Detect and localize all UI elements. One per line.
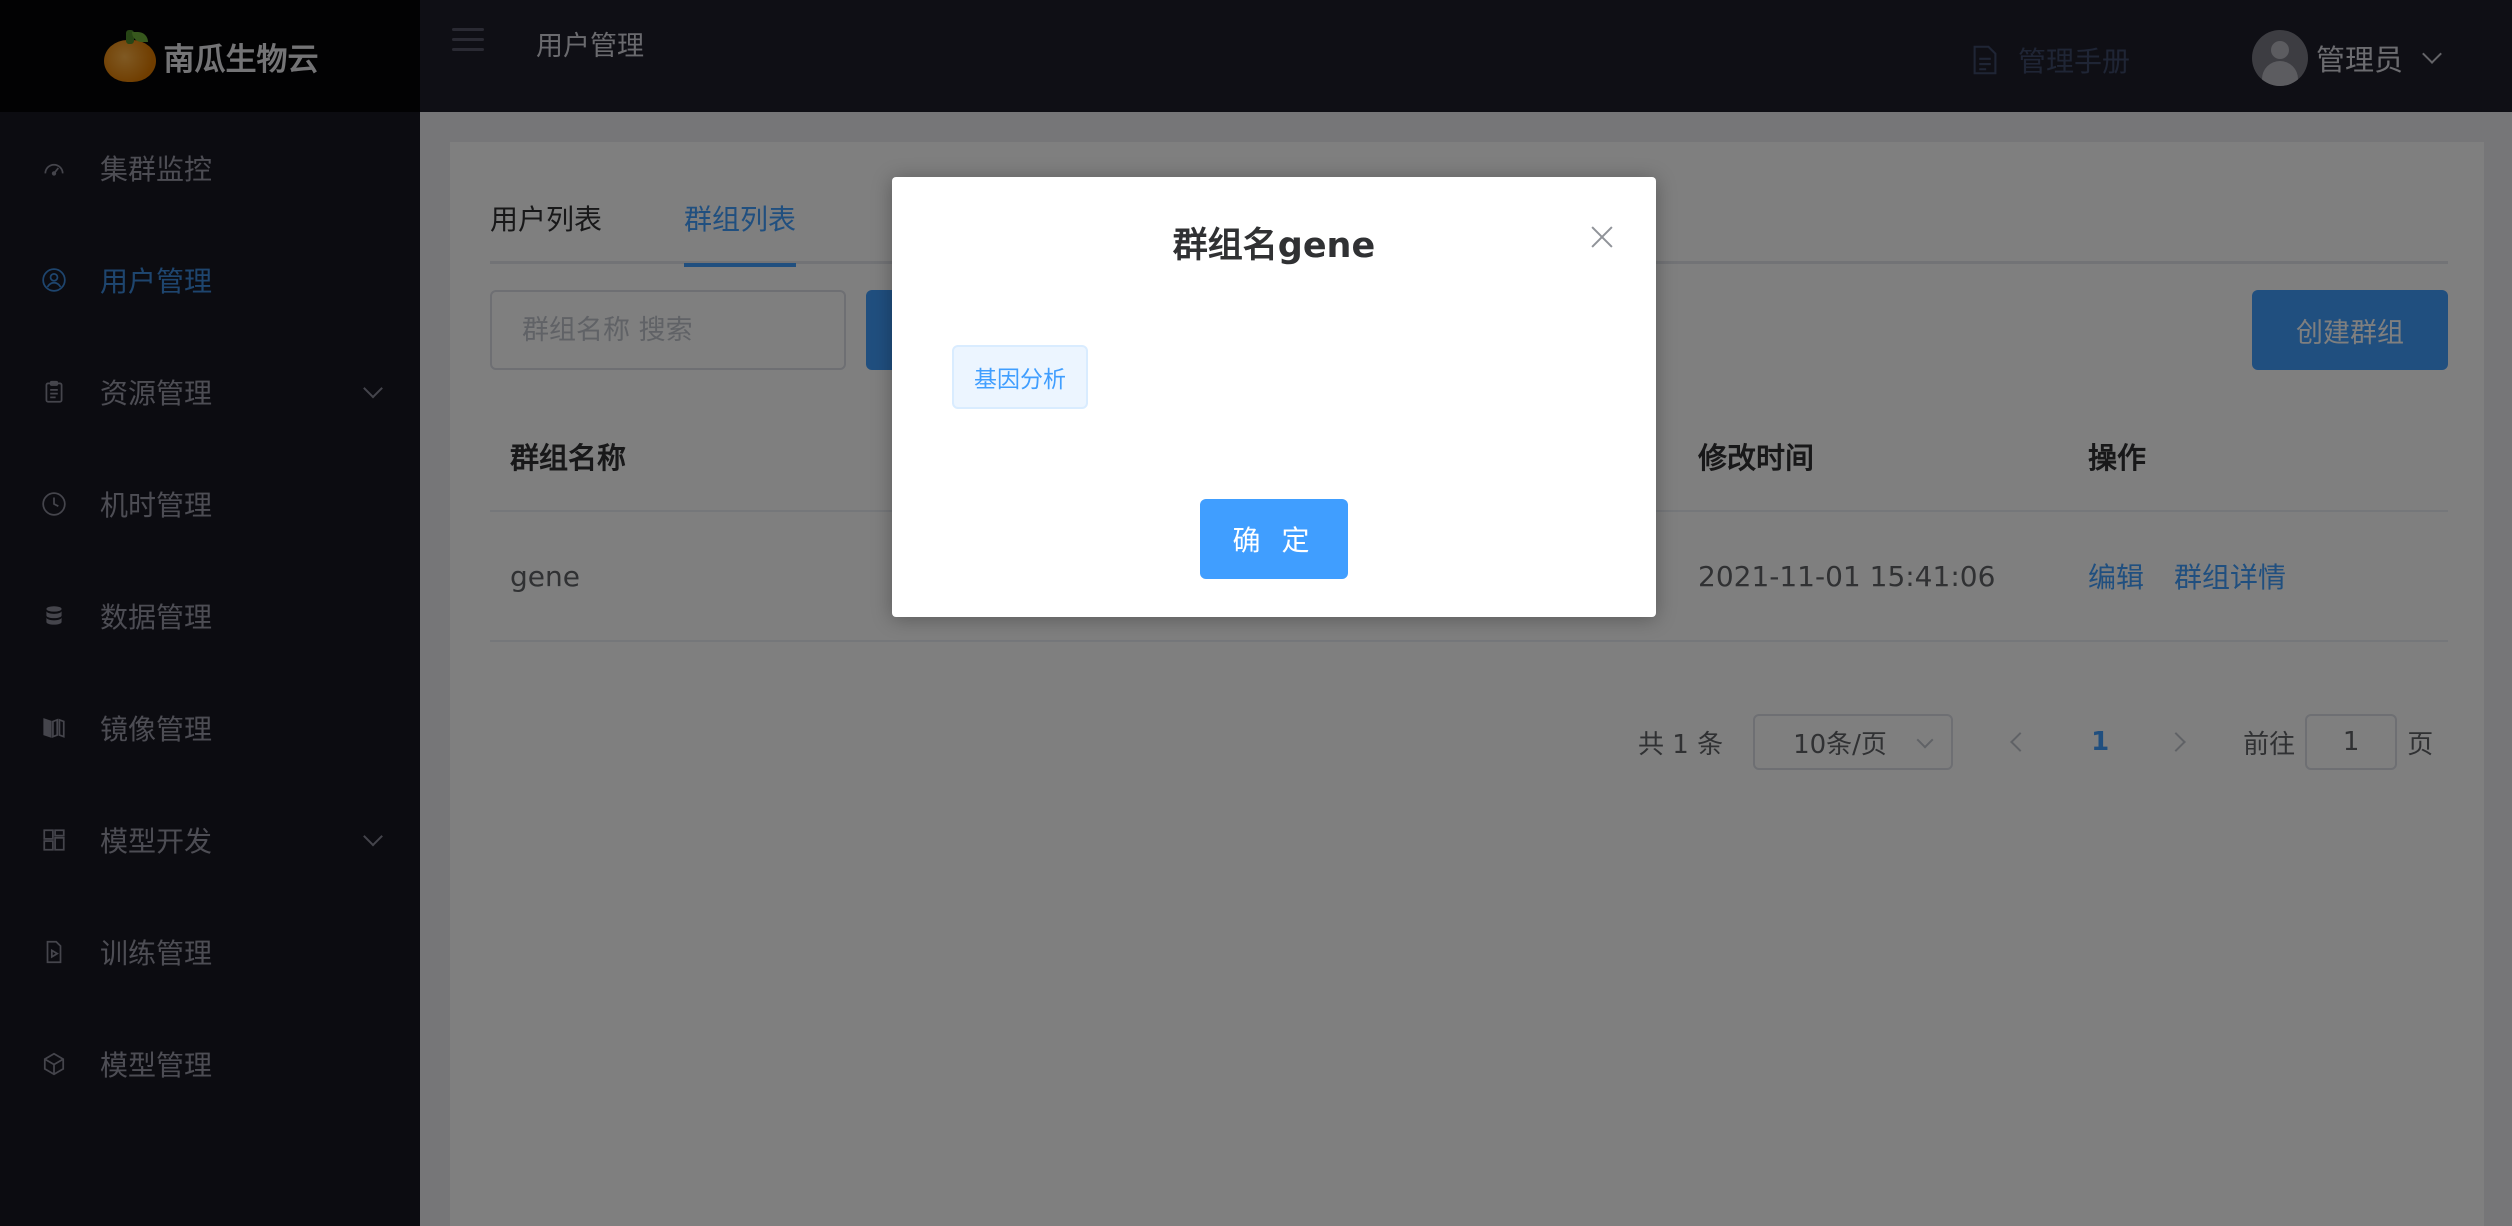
- group-detail-dialog: 群组名gene 基因分析 确 定: [892, 177, 1656, 617]
- group-tag: 基因分析: [952, 345, 1088, 409]
- dialog-title: 群组名gene: [1172, 226, 1376, 266]
- close-icon[interactable]: [1586, 221, 1618, 253]
- confirm-button[interactable]: 确 定: [1200, 499, 1348, 579]
